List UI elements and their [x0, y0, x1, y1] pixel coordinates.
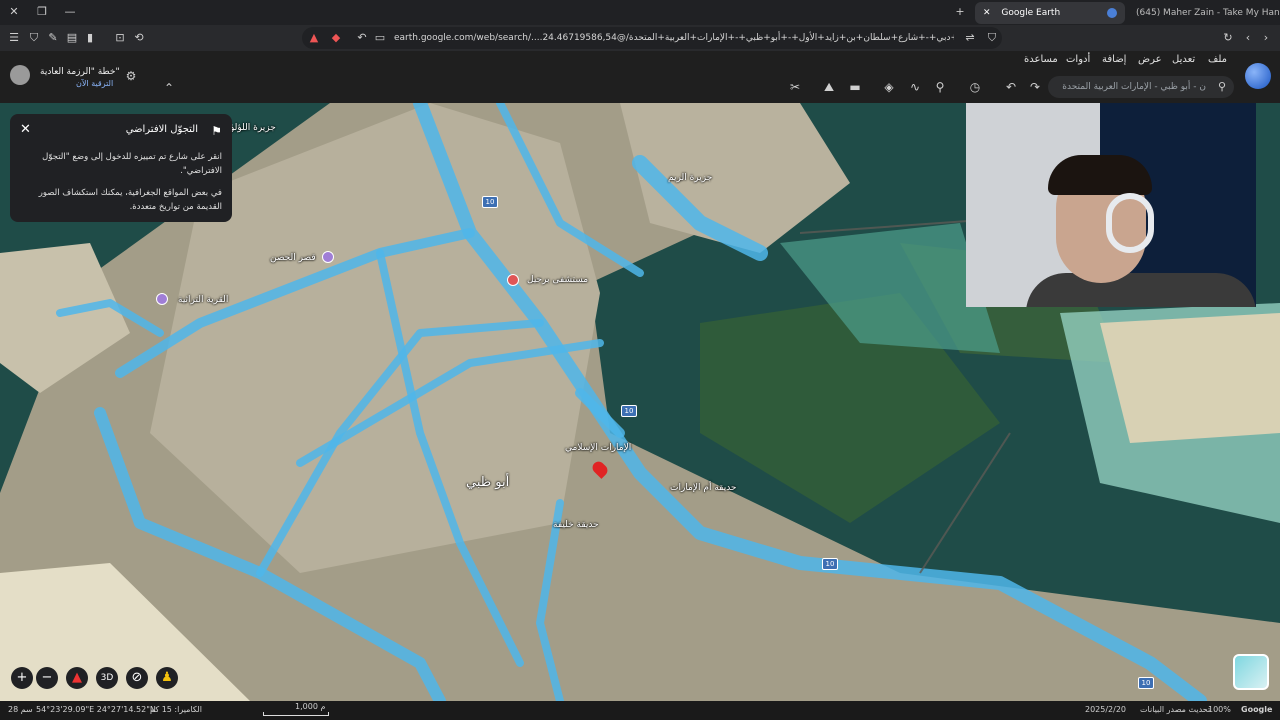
new-tab-icon[interactable]: + [952, 4, 968, 20]
pegman-icon[interactable]: ♟ [156, 667, 178, 689]
label-umm-emirates-park[interactable]: حديقة أم الإمارات [670, 483, 736, 493]
route-shield-10: 10 [1138, 677, 1154, 689]
route-shield-10: 10 [482, 196, 498, 208]
menu-tools[interactable]: أدوات [1066, 54, 1090, 65]
label-lulu-island[interactable]: جزيرة اللؤلؤ [230, 123, 276, 133]
url-text: earth.google.com/web/search/....24.46719… [394, 33, 954, 43]
path-icon[interactable]: ∿ [906, 78, 924, 96]
map-style-thumbnail[interactable] [1233, 654, 1269, 690]
back-icon[interactable]: ‹ [1240, 30, 1256, 46]
street-view-off-icon[interactable]: ✂ [786, 78, 804, 96]
tab-label: Google Earth [1001, 8, 1061, 18]
elevation: 28 سم [8, 705, 33, 714]
label-heritage-village[interactable]: القرية التراثية [178, 295, 228, 305]
tab-label: (645) Maher Zain - Take My Hand | O [1136, 8, 1280, 18]
collapse-chevron-icon[interactable]: ⌃ [160, 79, 178, 97]
back-history-icon[interactable]: ↶ [354, 30, 370, 46]
image-overlay-icon[interactable]: ⛰ [820, 78, 838, 96]
forward-icon[interactable]: › [1258, 30, 1274, 46]
tab-youtube[interactable]: (645) Maher Zain - Take My Hand | O [1128, 2, 1280, 24]
menu-file[interactable]: ملف [1208, 54, 1227, 65]
hospital-pin-icon[interactable] [507, 274, 519, 286]
redo-icon[interactable]: ↷ [1026, 78, 1044, 96]
zoom-out-button[interactable]: − [36, 667, 58, 689]
plan-title: خطة "الرزمة العادية" [40, 67, 120, 77]
toggle-3d-button[interactable]: 3D [96, 667, 118, 689]
site-info-icon[interactable]: ▭ [372, 30, 388, 46]
placemark-icon[interactable]: ⚲ [931, 78, 949, 96]
historical-imagery-icon[interactable]: ◷ [966, 78, 984, 96]
earth-menu-bar: ملف تعديل عرض إضافة أدوات مساعدة خطة "ال… [0, 51, 1280, 103]
hide-imagery-icon[interactable]: ⊘ [126, 667, 148, 689]
label-emirates-islamic[interactable]: الإمارات الإسلامي [565, 443, 631, 453]
google-logo: Google [1241, 705, 1273, 714]
label-hospital[interactable]: مستشفى برجيل [527, 275, 588, 285]
share-icon[interactable]: ⟲ [131, 30, 147, 46]
route-shield-10: 10 [621, 405, 637, 417]
close-icon[interactable]: ✕ [20, 122, 31, 137]
label-khalifa-park[interactable]: حديقة خليفة [553, 520, 599, 530]
settings-gear-icon[interactable]: ⚙ [122, 67, 140, 85]
menu-help[interactable]: مساعدة [1024, 54, 1058, 65]
route-shield-10: 10 [822, 558, 838, 570]
restore-window-icon[interactable]: ❐ [34, 4, 50, 20]
search-box[interactable]: ن - أبو ظبي - الإمارات العربية المتحدة ⚲ [1048, 76, 1234, 98]
search-input[interactable]: ن - أبو ظبي - الإمارات العربية المتحدة [1056, 76, 1206, 98]
camera-altitude: الكاميرا: 15 كم [150, 705, 202, 714]
undo-icon[interactable]: ↶ [1002, 78, 1020, 96]
scale-bar [263, 712, 329, 716]
browser-nav-bar: ☰ ⛉ ✎ ▤ ▮ ⊡ ⟲ ▲ ◆ ↶ ▭ earth.google.com/w… [0, 25, 1280, 51]
google-earth-logo-icon[interactable] [1245, 63, 1271, 89]
data-source-update[interactable]: تحديث مصدر البيانات [1140, 705, 1210, 714]
minimize-window-icon[interactable]: — [62, 4, 78, 20]
status-bar: Google 100% تحديث مصدر البيانات 2025/2/2… [0, 701, 1280, 720]
bookmark-icon[interactable]: ⛉ [984, 30, 1000, 46]
brave-shield-icon[interactable]: ▲ [306, 30, 322, 46]
sidebar-icon[interactable]: ▮ [82, 30, 98, 46]
close-tab-icon[interactable]: ✕ [983, 8, 991, 18]
info-card-text: في بعض المواقع الجغرافية، يمكنك استكشاف … [38, 188, 222, 212]
menu-add[interactable]: إضافة [1102, 54, 1126, 65]
tab-google-earth[interactable]: ✕ Google Earth [975, 2, 1125, 24]
pegman-icon: ⚑ [211, 124, 222, 138]
browser-tab-bar: ✕ ❐ — + ✕ Google Earth (645) Maher Zain … [0, 0, 1280, 25]
earth-favicon-icon [1107, 8, 1117, 18]
info-card-title: التجوّل الافتراضي [125, 124, 198, 135]
info-card-text: انقر على شارع تم تمييزه للدخول إلى وضع "… [42, 152, 222, 176]
address-bar[interactable]: ▲ ◆ ↶ ▭ earth.google.com/web/search/....… [302, 27, 1002, 49]
layers-icon[interactable]: ◈ [880, 78, 898, 96]
reader-icon[interactable]: ▤ [64, 30, 80, 46]
reload-icon[interactable]: ↻ [1220, 30, 1236, 46]
label-city-abudhabi[interactable]: أبو ظبي [466, 475, 509, 490]
close-window-icon[interactable]: ✕ [6, 4, 22, 20]
search-icon[interactable]: ⚲ [1214, 79, 1230, 95]
zoom-percent: 100% [1208, 705, 1231, 714]
webcam-overlay [966, 103, 1256, 307]
heritage-pin-icon[interactable] [156, 293, 168, 305]
rewards-icon[interactable]: ◆ [328, 30, 344, 46]
tune-icon[interactable]: ⇌ [962, 30, 978, 46]
imagery-date: 2025/2/20 [1085, 705, 1127, 714]
qasr-pin-icon[interactable] [322, 251, 334, 263]
menu-view[interactable]: عرض [1138, 54, 1162, 65]
screenshot-icon[interactable]: ⊡ [112, 30, 128, 46]
upgrade-link[interactable]: الترقية الآن [76, 79, 113, 88]
extension-icon[interactable]: ✎ [45, 30, 61, 46]
shield-icon[interactable]: ⛉ [26, 30, 42, 46]
menu-icon[interactable]: ☰ [6, 30, 22, 46]
street-view-info-card: ⚑ التجوّل الافتراضي ✕ انقر على شارع تم ت… [10, 114, 232, 222]
ruler-icon[interactable]: ▬ [846, 78, 864, 96]
coordinates: 54°23'29.09"E 24°27'14.52"N [36, 705, 156, 714]
menu-edit[interactable]: تعديل [1172, 54, 1195, 65]
label-reem-island[interactable]: جزيرة الريم [668, 173, 712, 183]
zoom-in-button[interactable]: + [11, 667, 33, 689]
compass-icon[interactable]: ▲ [66, 667, 88, 689]
scale-label: 1,000 م [295, 702, 326, 711]
avatar[interactable] [10, 65, 30, 85]
label-qasr-alhosn[interactable]: قصر الحصن [270, 253, 316, 263]
